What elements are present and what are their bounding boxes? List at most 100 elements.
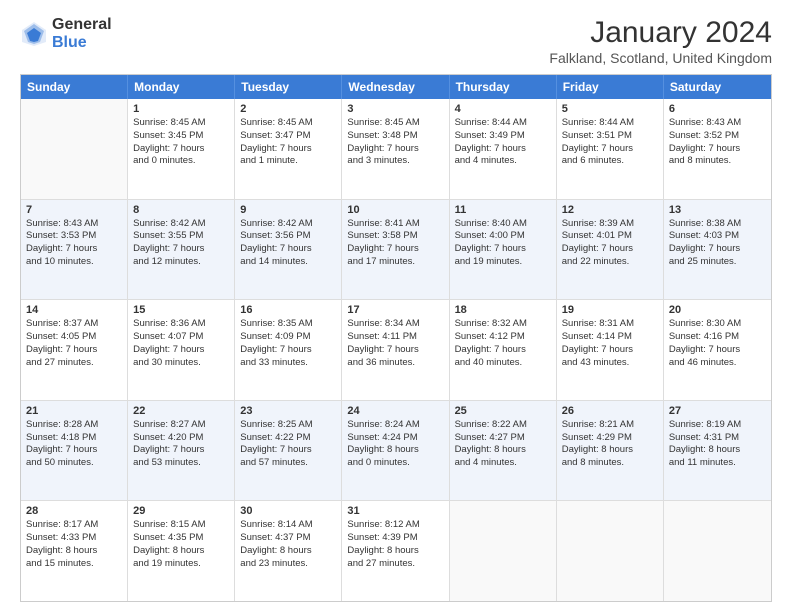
day-info: Sunrise: 8:45 AM Sunset: 3:45 PM Dayligh… <box>133 117 229 168</box>
day-info: Sunrise: 8:15 AM Sunset: 4:35 PM Dayligh… <box>133 519 229 570</box>
calendar-row-0: 1Sunrise: 8:45 AM Sunset: 3:45 PM Daylig… <box>21 99 771 200</box>
day-cell-19: 19 Sunrise: 8:31 AM Sunset: 4:14 PM Dayli… <box>557 300 664 400</box>
title-section: January 2024 Falkland, Scotland, United … <box>549 16 772 66</box>
location: Falkland, Scotland, United Kingdom <box>549 50 772 66</box>
day-info: Sunrise: 8:45 AM Sunset: 3:48 PM Dayligh… <box>347 117 443 168</box>
day-info: Sunrise: 8:31 AM Sunset: 4:14 PM Dayligh… <box>562 318 658 369</box>
day-cell-13: 13 Sunrise: 8:38 AM Sunset: 4:03 PM Dayli… <box>664 200 771 300</box>
day-number: 31 <box>347 505 443 517</box>
day-cell-7: 7 Sunrise: 8:43 AM Sunset: 3:53 PM Daylig… <box>21 200 128 300</box>
page: General Blue January 2024 Falkland, Scot… <box>0 0 792 612</box>
day-cell-28: 28 Sunrise: 8:17 AM Sunset: 4:33 PM Dayli… <box>21 501 128 601</box>
day-number: 13 <box>669 204 766 216</box>
day-number: 21 <box>26 405 122 417</box>
day-cell-31: 31 Sunrise: 8:12 AM Sunset: 4:39 PM Dayli… <box>342 501 449 601</box>
day-cell-21: 21 Sunrise: 8:28 AM Sunset: 4:18 PM Dayli… <box>21 401 128 501</box>
day-number: 8 <box>133 204 229 216</box>
day-number: 27 <box>669 405 766 417</box>
calendar-header: SundayMondayTuesdayWednesdayThursdayFrid… <box>21 75 771 99</box>
empty-cell <box>664 501 771 601</box>
day-cell-9: 9 Sunrise: 8:42 AM Sunset: 3:56 PM Daylig… <box>235 200 342 300</box>
day-cell-23: 23Sunrise: 8:25 AM Sunset: 4:22 PM Dayli… <box>235 401 342 501</box>
day-cell-4: 4 Sunrise: 8:44 AM Sunset: 3:49 PM Daylig… <box>450 99 557 199</box>
day-info: Sunrise: 8:35 AM Sunset: 4:09 PM Dayligh… <box>240 318 336 369</box>
day-info: Sunrise: 8:45 AM Sunset: 3:47 PM Dayligh… <box>240 117 336 168</box>
header-day-wednesday: Wednesday <box>342 75 449 99</box>
day-info: Sunrise: 8:14 AM Sunset: 4:37 PM Dayligh… <box>240 519 336 570</box>
header: General Blue January 2024 Falkland, Scot… <box>20 16 772 66</box>
header-day-saturday: Saturday <box>664 75 771 99</box>
day-number: 18 <box>455 304 551 316</box>
day-number: 23 <box>240 405 336 417</box>
calendar-row-3: 21 Sunrise: 8:28 AM Sunset: 4:18 PM Dayli… <box>21 401 771 502</box>
day-info: Sunrise: 8:34 AM Sunset: 4:11 PM Dayligh… <box>347 318 443 369</box>
day-info: Sunrise: 8:43 AM Sunset: 3:53 PM Dayligh… <box>26 218 122 269</box>
calendar-row-4: 28 Sunrise: 8:17 AM Sunset: 4:33 PM Dayli… <box>21 501 771 601</box>
day-info: Sunrise: 8:39 AM Sunset: 4:01 PM Dayligh… <box>562 218 658 269</box>
day-number: 9 <box>240 204 336 216</box>
day-cell-16: 16 Sunrise: 8:35 AM Sunset: 4:09 PM Dayli… <box>235 300 342 400</box>
day-cell-26: 26 Sunrise: 8:21 AM Sunset: 4:29 PM Dayli… <box>557 401 664 501</box>
day-info: Sunrise: 8:43 AM Sunset: 3:52 PM Dayligh… <box>669 117 766 168</box>
day-info: Sunrise: 8:17 AM Sunset: 4:33 PM Dayligh… <box>26 519 122 570</box>
calendar: SundayMondayTuesdayWednesdayThursdayFrid… <box>20 74 772 602</box>
day-info: Sunrise: 8:21 AM Sunset: 4:29 PM Dayligh… <box>562 419 658 470</box>
day-number: 24 <box>347 405 443 417</box>
day-cell-8: 8 Sunrise: 8:42 AM Sunset: 3:55 PM Daylig… <box>128 200 235 300</box>
day-cell-25: 25Sunrise: 8:22 AM Sunset: 4:27 PM Dayli… <box>450 401 557 501</box>
calendar-body: 1Sunrise: 8:45 AM Sunset: 3:45 PM Daylig… <box>21 99 771 601</box>
day-info: Sunrise: 8:27 AM Sunset: 4:20 PM Dayligh… <box>133 419 229 470</box>
month-title: January 2024 <box>549 16 772 50</box>
logo-icon <box>20 20 48 48</box>
day-info: Sunrise: 8:44 AM Sunset: 3:49 PM Dayligh… <box>455 117 551 168</box>
day-number: 29 <box>133 505 229 517</box>
day-info: Sunrise: 8:24 AM Sunset: 4:24 PM Dayligh… <box>347 419 443 470</box>
day-info: Sunrise: 8:42 AM Sunset: 3:56 PM Dayligh… <box>240 218 336 269</box>
day-cell-18: 18 Sunrise: 8:32 AM Sunset: 4:12 PM Dayli… <box>450 300 557 400</box>
day-cell-11: 11Sunrise: 8:40 AM Sunset: 4:00 PM Dayli… <box>450 200 557 300</box>
day-cell-1: 1Sunrise: 8:45 AM Sunset: 3:45 PM Daylig… <box>128 99 235 199</box>
day-info: Sunrise: 8:12 AM Sunset: 4:39 PM Dayligh… <box>347 519 443 570</box>
header-day-thursday: Thursday <box>450 75 557 99</box>
day-info: Sunrise: 8:42 AM Sunset: 3:55 PM Dayligh… <box>133 218 229 269</box>
day-number: 7 <box>26 204 122 216</box>
day-number: 30 <box>240 505 336 517</box>
day-number: 26 <box>562 405 658 417</box>
logo-general-text: General <box>52 16 112 34</box>
day-number: 16 <box>240 304 336 316</box>
empty-cell <box>21 99 128 199</box>
logo: General Blue <box>20 16 112 51</box>
day-info: Sunrise: 8:37 AM Sunset: 4:05 PM Dayligh… <box>26 318 122 369</box>
day-info: Sunrise: 8:44 AM Sunset: 3:51 PM Dayligh… <box>562 117 658 168</box>
day-cell-3: 3 Sunrise: 8:45 AM Sunset: 3:48 PM Daylig… <box>342 99 449 199</box>
day-cell-20: 20Sunrise: 8:30 AM Sunset: 4:16 PM Dayli… <box>664 300 771 400</box>
day-number: 25 <box>455 405 551 417</box>
header-day-tuesday: Tuesday <box>235 75 342 99</box>
day-cell-6: 6Sunrise: 8:43 AM Sunset: 3:52 PM Daylig… <box>664 99 771 199</box>
day-number: 3 <box>347 103 443 115</box>
day-cell-30: 30 Sunrise: 8:14 AM Sunset: 4:37 PM Dayli… <box>235 501 342 601</box>
day-cell-15: 15Sunrise: 8:36 AM Sunset: 4:07 PM Dayli… <box>128 300 235 400</box>
empty-cell <box>450 501 557 601</box>
day-cell-17: 17 Sunrise: 8:34 AM Sunset: 4:11 PM Dayli… <box>342 300 449 400</box>
day-number: 17 <box>347 304 443 316</box>
calendar-row-1: 7 Sunrise: 8:43 AM Sunset: 3:53 PM Daylig… <box>21 200 771 301</box>
logo-blue-text: Blue <box>52 34 112 52</box>
day-number: 19 <box>562 304 658 316</box>
logo-text: General Blue <box>52 16 112 51</box>
day-info: Sunrise: 8:32 AM Sunset: 4:12 PM Dayligh… <box>455 318 551 369</box>
day-cell-29: 29 Sunrise: 8:15 AM Sunset: 4:35 PM Dayli… <box>128 501 235 601</box>
day-cell-5: 5 Sunrise: 8:44 AM Sunset: 3:51 PM Daylig… <box>557 99 664 199</box>
day-number: 4 <box>455 103 551 115</box>
day-number: 10 <box>347 204 443 216</box>
day-info: Sunrise: 8:30 AM Sunset: 4:16 PM Dayligh… <box>669 318 766 369</box>
day-cell-2: 2Sunrise: 8:45 AM Sunset: 3:47 PM Daylig… <box>235 99 342 199</box>
day-info: Sunrise: 8:19 AM Sunset: 4:31 PM Dayligh… <box>669 419 766 470</box>
day-cell-14: 14Sunrise: 8:37 AM Sunset: 4:05 PM Dayli… <box>21 300 128 400</box>
day-cell-22: 22Sunrise: 8:27 AM Sunset: 4:20 PM Dayli… <box>128 401 235 501</box>
day-info: Sunrise: 8:38 AM Sunset: 4:03 PM Dayligh… <box>669 218 766 269</box>
day-number: 5 <box>562 103 658 115</box>
day-number: 28 <box>26 505 122 517</box>
day-info: Sunrise: 8:28 AM Sunset: 4:18 PM Dayligh… <box>26 419 122 470</box>
calendar-row-2: 14Sunrise: 8:37 AM Sunset: 4:05 PM Dayli… <box>21 300 771 401</box>
